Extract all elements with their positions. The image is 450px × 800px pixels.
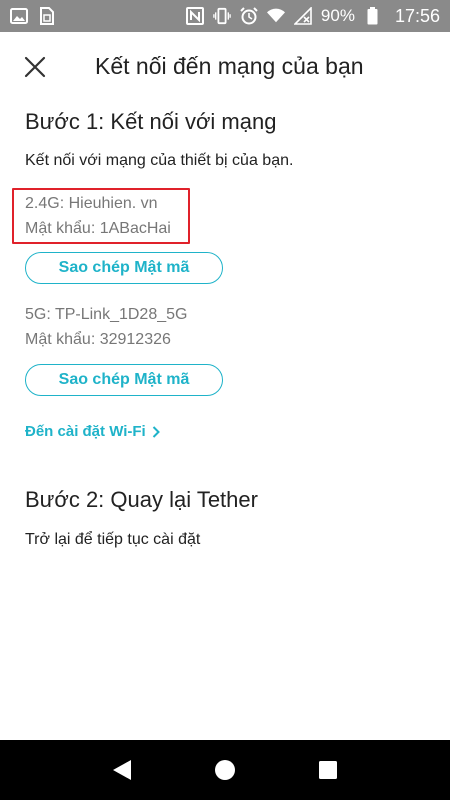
battery-icon — [364, 7, 382, 25]
wifi-settings-link[interactable]: Đến cài đặt Wi-Fi — [25, 423, 160, 440]
no-signal-icon — [293, 7, 312, 25]
clock: 17:56 — [394, 5, 440, 26]
home-icon — [214, 759, 236, 781]
back-icon — [112, 759, 132, 781]
copy-password-24-button[interactable]: Sao chép Mật mã — [25, 252, 223, 284]
close-icon — [24, 56, 46, 78]
vibrate-icon — [213, 7, 231, 25]
step2-description: Trở lại để tiếp tục cài đặt — [25, 531, 201, 548]
sim-card-icon — [38, 7, 56, 25]
home-button[interactable] — [205, 750, 245, 790]
network-5-password: Mật khẩu: 32912326 — [25, 331, 171, 348]
recents-icon — [318, 760, 338, 780]
step1-title: Bước 1: Kết nối với mạng — [25, 109, 277, 134]
wifi-settings-label: Đến cài đặt Wi-Fi — [25, 423, 146, 440]
network-24-ssid: 2.4G: Hieuhien. vn — [25, 195, 158, 212]
step1-description: Kết nối với mạng của thiết bị của bạn. — [25, 152, 294, 169]
alarm-icon — [240, 7, 258, 25]
network-24-password: Mật khẩu: 1ABacHai — [25, 220, 171, 237]
close-button[interactable] — [20, 52, 50, 82]
page-title: Kết nối đến mạng của bạn — [95, 53, 364, 79]
battery-percent: 90% — [320, 6, 355, 25]
nfc-icon — [185, 7, 204, 25]
back-button[interactable] — [102, 750, 142, 790]
navigation-bar — [0, 740, 450, 800]
step2-title: Bước 2: Quay lại Tether — [25, 487, 258, 512]
app-bar: Kết nối đến mạng của bạn — [0, 40, 450, 96]
status-bar: 90% 17:56 — [0, 0, 450, 32]
copy-password-5-button[interactable]: Sao chép Mật mã — [25, 364, 223, 396]
network-5-ssid: 5G: TP-Link_1D28_5G — [25, 306, 188, 323]
recents-button[interactable] — [308, 750, 348, 790]
screen: 90% 17:56 Kết nối đến mạng của bạn Bước … — [0, 0, 450, 800]
wifi-icon — [266, 7, 285, 25]
chevron-right-icon — [152, 425, 160, 438]
image-icon — [10, 7, 28, 25]
